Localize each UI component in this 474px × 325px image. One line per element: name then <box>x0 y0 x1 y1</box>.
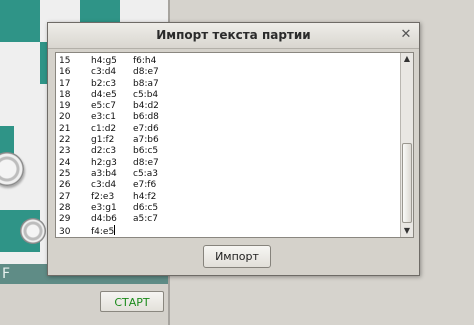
move-row: 29 d4:b6 a5:c7 <box>59 214 399 225</box>
white-checker-piece[interactable] <box>20 218 46 244</box>
move-row: 22 g1:f2 a7:b6 <box>59 135 399 146</box>
scroll-down-arrow-icon[interactable]: ▼ <box>401 225 413 237</box>
move-row: 17 b2:c3 b8:a7 <box>59 79 399 90</box>
black-move: c5:b4 <box>133 89 159 100</box>
white-move: d2:c3 <box>91 146 117 157</box>
move-number: 29 <box>59 214 71 225</box>
black-move: c5:a3 <box>133 168 158 179</box>
black-move: d8:e7 <box>133 67 159 78</box>
black-move: b6:d8 <box>133 112 159 123</box>
move-number: 28 <box>59 202 71 213</box>
white-move: e3:c1 <box>91 112 116 123</box>
import-game-dialog: Импорт текста партии ✕ 15 h4:g5 f6:h4 16 c3:… <box>47 22 420 276</box>
white-move: h2:g3 <box>91 157 117 168</box>
white-move: d4:e5 <box>91 89 117 100</box>
black-move: h4:f2 <box>133 191 157 202</box>
scrollbar-thumb[interactable] <box>402 143 412 223</box>
move-number: 24 <box>59 157 71 168</box>
file-label: F <box>2 266 11 282</box>
start-button[interactable]: СТАРТ <box>100 291 164 312</box>
move-number: 21 <box>59 123 71 134</box>
black-move: e7:d6 <box>133 123 159 134</box>
white-move: e5:c7 <box>91 101 116 112</box>
black-move: b6:c5 <box>133 146 159 157</box>
vertical-scrollbar[interactable]: ▲ ▼ <box>400 53 413 237</box>
move-row: 27 f2:e3 h4:f2 <box>59 192 399 203</box>
move-number: 18 <box>59 89 71 100</box>
white-move: f4:e5 <box>91 227 115 238</box>
game-text-area[interactable]: 15 h4:g5 f6:h4 16 c3:d4 d8:e7 17 b2:c3 b8:a7 18 d4… <box>55 52 414 238</box>
move-row: 26 c3:d4 e7:f6 <box>59 180 399 191</box>
move-row: 28 e3:g1 d6:c5 <box>59 203 399 214</box>
moves-list: 15 h4:g5 f6:h4 16 c3:d4 d8:e7 17 b2:c3 b8:a7 18 d4… <box>59 56 399 237</box>
white-move: g1:f2 <box>91 135 115 146</box>
move-number: 27 <box>59 191 71 202</box>
black-move: f6:h4 <box>133 56 157 66</box>
black-move: a7:b6 <box>133 135 159 146</box>
move-number: 16 <box>59 67 71 78</box>
white-move: h4:g5 <box>91 56 117 66</box>
white-move: f2:e3 <box>91 191 115 202</box>
black-move: b8:a7 <box>133 78 159 89</box>
move-row: 24 h2:g3 d8:e7 <box>59 158 399 169</box>
move-number: 23 <box>59 146 71 157</box>
move-row: 19 e5:c7 b4:d2 <box>59 101 399 112</box>
move-row: 20 e3:c1 b6:d8 <box>59 112 399 123</box>
move-number: 25 <box>59 168 71 179</box>
white-move: e3:g1 <box>91 202 117 213</box>
move-row: 23 d2:c3 b6:c5 <box>59 146 399 157</box>
scroll-up-arrow-icon[interactable]: ▲ <box>401 53 413 65</box>
dialog-titlebar[interactable]: Импорт текста партии ✕ <box>48 23 419 49</box>
white-move: b2:c3 <box>91 78 117 89</box>
black-move: a5:c7 <box>133 214 158 225</box>
move-row: 25 a3:b4 c5:a3 <box>59 169 399 180</box>
black-move: d6:c5 <box>133 202 159 213</box>
move-row: 16 c3:d4 d8:e7 <box>59 67 399 78</box>
move-row: 15 h4:g5 f6:h4 <box>59 56 399 67</box>
move-number: 26 <box>59 180 71 191</box>
move-number: 15 <box>59 56 71 66</box>
move-number: 30 <box>59 227 71 238</box>
white-move: c3:d4 <box>91 67 117 78</box>
black-move: e7:f6 <box>133 180 157 191</box>
move-row: 18 d4:e5 c5:b4 <box>59 90 399 101</box>
black-move: b4:d2 <box>133 101 159 112</box>
black-move: d8:e7 <box>133 157 159 168</box>
move-row: 21 c1:d2 e7:d6 <box>59 124 399 135</box>
white-move: d4:b6 <box>91 214 117 225</box>
white-move: c1:d2 <box>91 123 117 134</box>
dialog-title: Импорт текста партии <box>156 28 311 42</box>
move-number: 19 <box>59 101 71 112</box>
move-row: 30 f4:e5 <box>59 225 399 238</box>
white-move: c3:d4 <box>91 180 117 191</box>
move-number: 22 <box>59 135 71 146</box>
white-move: a3:b4 <box>91 168 117 179</box>
move-number: 17 <box>59 78 71 89</box>
text-cursor <box>114 225 116 236</box>
import-button[interactable]: Импорт <box>203 245 271 268</box>
move-number: 20 <box>59 112 71 123</box>
close-icon[interactable]: ✕ <box>399 28 413 42</box>
